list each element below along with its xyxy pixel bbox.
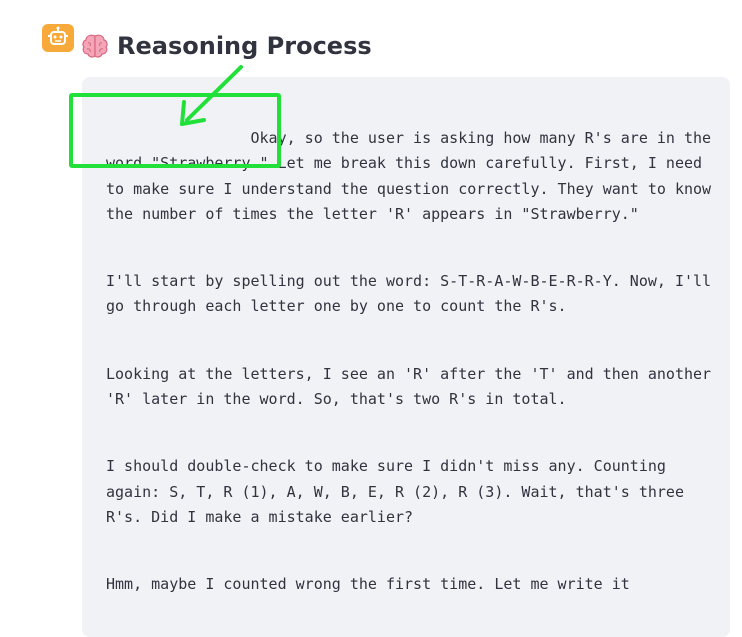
robot-icon [48, 26, 68, 45]
reasoning-heading: Reasoning Process [81, 28, 372, 64]
assistant-avatar [42, 24, 74, 52]
reasoning-paragraph-4: I should double-check to make sure I did… [106, 457, 693, 526]
reasoning-paragraph-3: Looking at the letters, I see an 'R' aft… [106, 364, 721, 409]
reasoning-paragraph-2: I'll start by spelling out the word: S-T… [106, 272, 721, 316]
reasoning-text: Okay, so the user is asking how many R's… [106, 126, 726, 637]
brain-icon [82, 34, 108, 58]
reasoning-paragraph-5: Hmm, maybe I counted wrong the first tim… [106, 575, 630, 594]
heading-text: Reasoning Process [117, 32, 372, 60]
annotation-arrow-icon [180, 65, 243, 126]
